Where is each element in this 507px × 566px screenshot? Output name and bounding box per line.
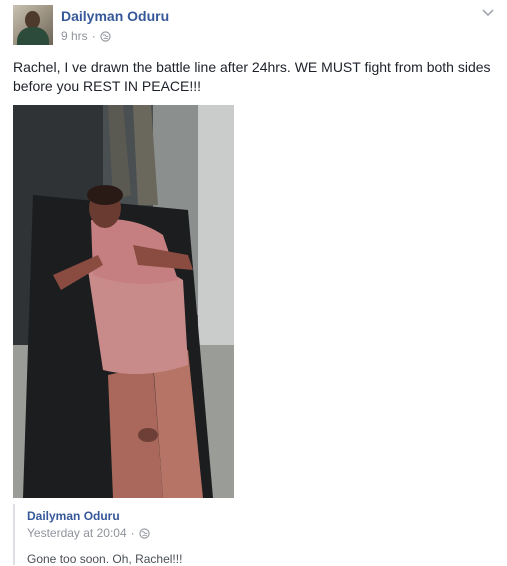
shared-author-link[interactable]: Dailyman Oduru: [27, 509, 120, 523]
post-photo[interactable]: [13, 105, 234, 498]
post-text: Rachel, I ve drawn the battle line after…: [13, 59, 491, 94]
photo-illustration: [13, 105, 234, 498]
shared-post-text: Gone too soon. Oh, Rachel!!!: [27, 552, 183, 566]
post-author-link[interactable]: Dailyman Oduru: [61, 8, 169, 24]
globe-icon[interactable]: [139, 527, 150, 539]
globe-icon[interactable]: [100, 30, 111, 42]
meta-separator: ·: [91, 29, 96, 43]
chevron-down-icon[interactable]: [481, 8, 495, 18]
avatar-shoulders-shape: [17, 27, 49, 45]
avatar[interactable]: [13, 5, 53, 45]
shared-timestamp[interactable]: Yesterday at 20:04: [27, 526, 127, 540]
post-timestamp[interactable]: 9 hrs: [61, 29, 88, 43]
shared-meta-separator: ·: [130, 526, 135, 540]
shared-post: Dailyman Oduru Yesterday at 20:04 · Gone…: [13, 504, 495, 566]
shared-meta: Yesterday at 20:04 ·: [27, 526, 150, 540]
post-meta: 9 hrs ·: [61, 29, 111, 43]
